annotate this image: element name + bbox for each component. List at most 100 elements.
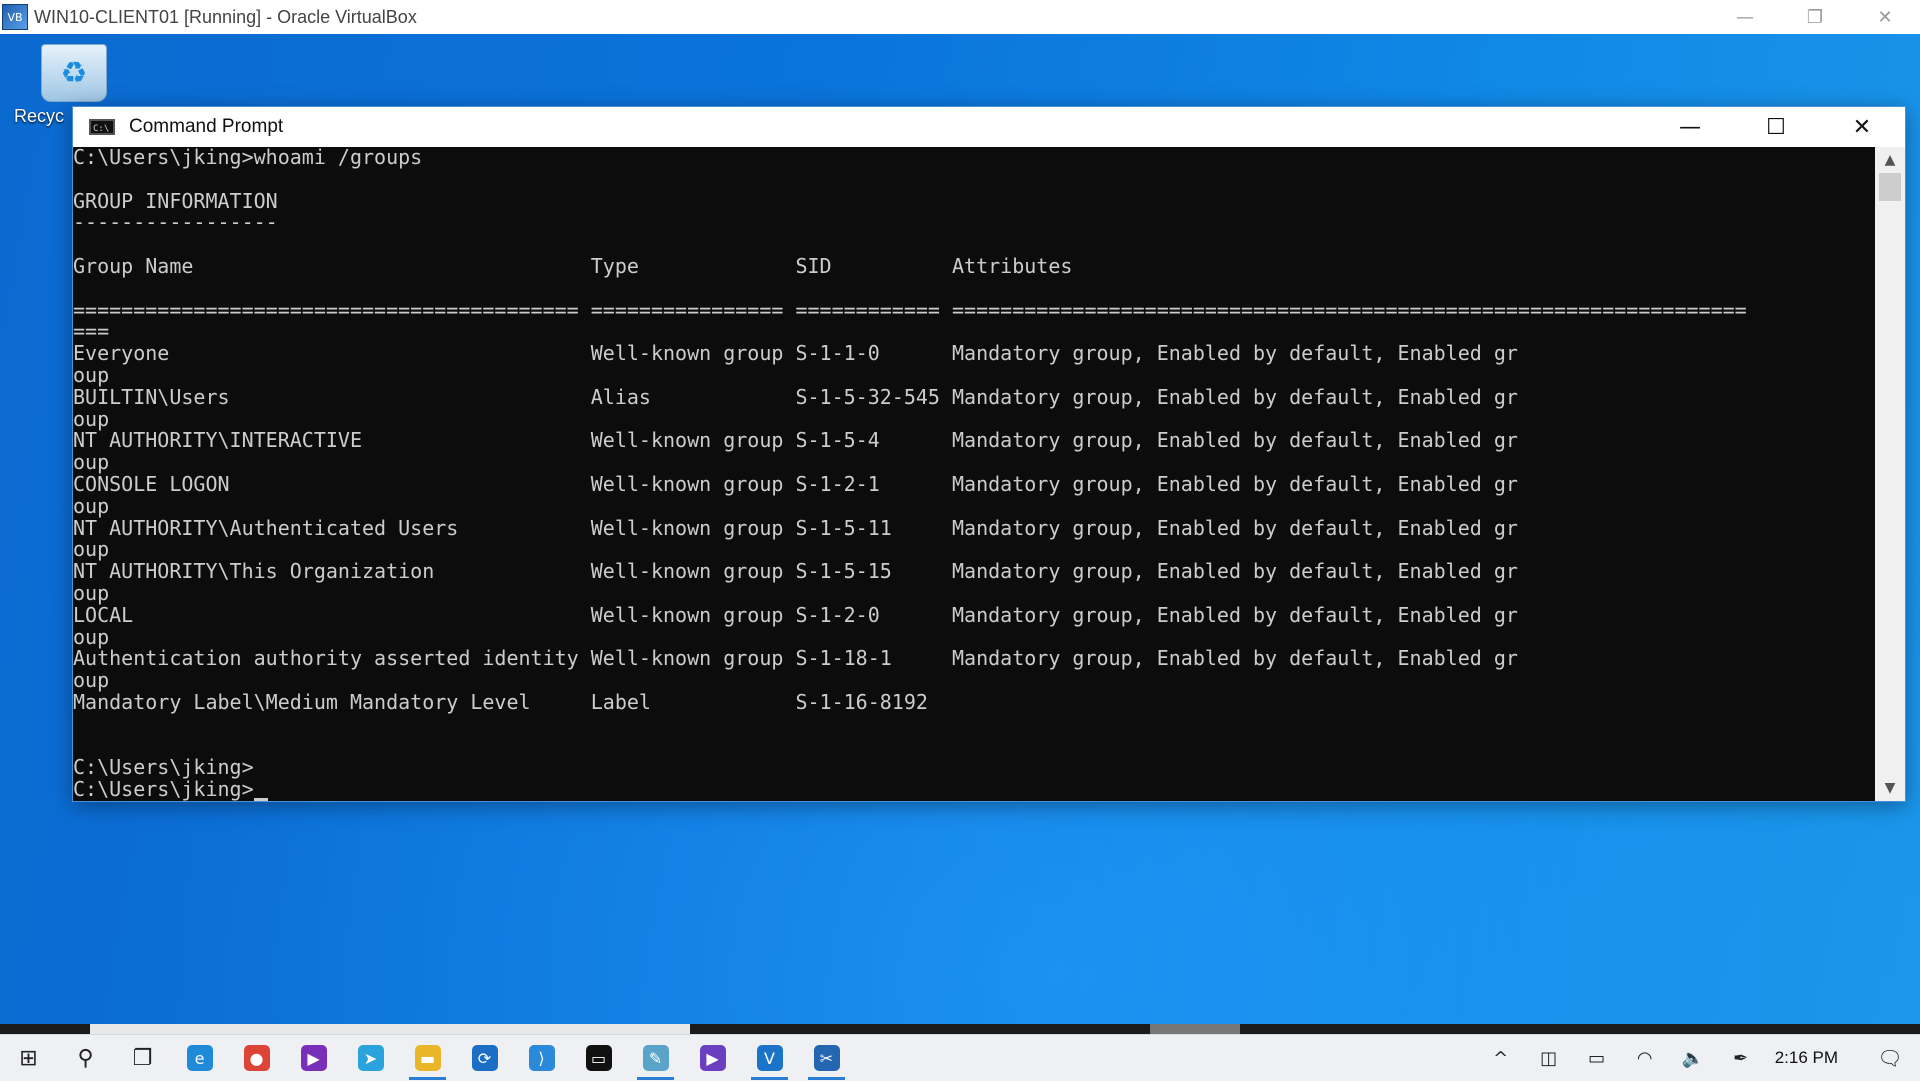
cmd-window-title: Command Prompt: [129, 116, 284, 137]
console-line: oup: [73, 537, 110, 562]
text-cursor: [253, 797, 268, 801]
virtualbox-icon: VB: [2, 4, 28, 30]
host-strip-segment: [90, 1024, 690, 1034]
console-line: oup: [73, 406, 110, 431]
cmd-titlebar[interactable]: C:\ Command Prompt — ☐ ✕: [73, 107, 1905, 147]
task-view-button[interactable]: ❐: [114, 1035, 171, 1081]
taskbar-apps: ⊞ ⚲ ❐ e ● ▶ ➤ ▬ ⟳ ⟩ ▭ ✎ ▶ V ✂: [0, 1035, 855, 1081]
console-line: oup: [73, 668, 110, 693]
search-button[interactable]: ⚲: [57, 1035, 114, 1081]
console-line: -----------------: [73, 210, 278, 235]
console-line: LOCAL Well-known group S-1-2-0 Mandatory…: [73, 602, 1518, 627]
console-line: oup: [73, 493, 110, 518]
cmd-minimize-button[interactable]: —: [1647, 107, 1733, 147]
recycle-bin-icon: ♻: [41, 44, 107, 102]
taskbar-app-video[interactable]: ✂: [798, 1035, 855, 1081]
vs-installer-icon: V: [756, 1045, 783, 1071]
console-line: GROUP INFORMATION: [73, 188, 278, 213]
notepad-icon: ✎: [642, 1045, 669, 1071]
taskbar: ⊞ ⚲ ❐ e ● ▶ ➤ ▬ ⟳ ⟩ ▭ ✎ ▶ V ✂ ^ ◫ ▭ ◠ 🔈 ✒ 2:16 PM 🗨: [0, 1034, 1920, 1081]
scroll-thumb[interactable]: [1879, 173, 1901, 201]
console-scrollbar[interactable]: ▲ ▼: [1875, 147, 1905, 801]
virtualbox-window-title: WIN10-CLIENT01 [Running] - Oracle Virtua…: [34, 6, 417, 27]
console-text: C:\Users\jking>whoami /groups GROUP INFOR…: [73, 147, 1873, 779]
prompt-text: C:\Users\jking>: [73, 777, 254, 801]
taskbar-file-explorer[interactable]: ▬: [399, 1035, 456, 1081]
taskbar-chrome[interactable]: ●: [228, 1035, 285, 1081]
console-line: oup: [73, 624, 110, 649]
console-line: oup: [73, 450, 110, 475]
taskbar-app-notepad[interactable]: ✎: [627, 1035, 684, 1081]
speaker-icon[interactable]: 🔈: [1669, 1035, 1717, 1081]
cmd-maximize-button[interactable]: ☐: [1733, 107, 1819, 147]
taskbar-app-purple[interactable]: ▶: [285, 1035, 342, 1081]
command-prompt-window[interactable]: C:\ Command Prompt — ☐ ✕ C:\Users\jking>…: [72, 106, 1906, 802]
start-button[interactable]: ⊞: [0, 1035, 57, 1081]
taskbar-telegram[interactable]: ➤: [342, 1035, 399, 1081]
sync-icon: ⟳: [471, 1045, 498, 1071]
console-line: Group Name Type SID Attributes: [73, 253, 1073, 278]
scroll-down-arrow-icon[interactable]: ▼: [1875, 775, 1905, 801]
host-strip-segment: [1150, 1024, 1240, 1034]
vscode-icon: ⟩: [528, 1045, 555, 1071]
chevron-up-icon[interactable]: ^: [1477, 1035, 1525, 1081]
scroll-up-arrow-icon[interactable]: ▲: [1875, 147, 1905, 173]
folder-icon: ▬: [414, 1045, 441, 1071]
console-line: ===: [73, 319, 110, 344]
edge-icon: e: [186, 1045, 213, 1071]
media-icon: ▶: [300, 1045, 327, 1071]
console-line: NT AUTHORITY\Authenticated Users Well-kn…: [73, 515, 1518, 540]
system-tray: ^ ◫ ▭ ◠ 🔈 ✒ 2:16 PM 🗨: [1477, 1035, 1920, 1081]
search-icon: ⚲: [77, 1045, 94, 1071]
telegram-icon: ➤: [357, 1045, 384, 1071]
virtualbox-window-controls: — ❐ ✕: [1710, 0, 1920, 34]
console-output[interactable]: C:\Users\jking>whoami /groups GROUP INFOR…: [73, 147, 1873, 801]
console-line: CONSOLE LOGON Well-known group S-1-2-1 M…: [73, 471, 1518, 496]
visual-studio-icon: ▶: [699, 1045, 726, 1071]
taskbar-terminal[interactable]: ▭: [570, 1035, 627, 1081]
camera-icon[interactable]: ◫: [1525, 1035, 1573, 1081]
console-line: BUILTIN\Users Alias S-1-5-32-545 Mandato…: [73, 384, 1518, 409]
vb-restore-button[interactable]: ❐: [1780, 0, 1850, 34]
vb-close-button[interactable]: ✕: [1850, 0, 1920, 34]
console-line: Everyone Well-known group S-1-1-0 Mandat…: [73, 341, 1518, 366]
taskbar-vscode[interactable]: ⟩: [513, 1035, 570, 1081]
console-line: ========================================…: [73, 297, 1747, 322]
windows-icon: ⊞: [19, 1045, 38, 1071]
console-line: Mandatory Label\Medium Mandatory Level L…: [73, 689, 928, 714]
console-line: C:\Users\jking>: [73, 755, 254, 780]
task-view-icon: ❐: [132, 1045, 153, 1071]
terminal-icon: ▭: [585, 1045, 612, 1071]
taskbar-app-sync[interactable]: ⟳: [456, 1035, 513, 1081]
clock[interactable]: 2:16 PM: [1765, 1048, 1860, 1068]
tray-icons: ^ ◫ ▭ ◠ 🔈 ✒: [1477, 1035, 1765, 1081]
cmd-close-button[interactable]: ✕: [1819, 107, 1905, 147]
vb-minimize-button[interactable]: —: [1710, 0, 1780, 34]
battery-icon[interactable]: ▭: [1573, 1035, 1621, 1081]
console-prompt-line[interactable]: C:\Users\jking>: [73, 777, 1873, 801]
wifi-icon[interactable]: ◠: [1621, 1035, 1669, 1081]
pen-icon[interactable]: ✒: [1717, 1035, 1765, 1081]
console-line: NT AUTHORITY\INTERACTIVE Well-known grou…: [73, 428, 1518, 453]
guest-desktop[interactable]: ♻ Recyc C:\ Command Prompt — ☐ ✕ C:\User…: [0, 34, 1920, 1024]
taskbar-app-visualstudio[interactable]: ▶: [684, 1035, 741, 1081]
console-line: oup: [73, 580, 110, 605]
cmd-app-icon: C:\: [89, 119, 115, 135]
taskbar-app-vs[interactable]: V: [741, 1035, 798, 1081]
cmd-window-controls: — ☐ ✕: [1647, 107, 1905, 147]
console-line: Authentication authority asserted identi…: [73, 646, 1518, 671]
console-line: C:\Users\jking>whoami /groups: [73, 147, 423, 169]
notification-center-icon[interactable]: 🗨: [1860, 1035, 1920, 1081]
console-line: NT AUTHORITY\This Organization Well-know…: [73, 559, 1518, 584]
taskbar-edge[interactable]: e: [171, 1035, 228, 1081]
video-editor-icon: ✂: [813, 1045, 840, 1071]
chrome-icon: ●: [243, 1045, 270, 1071]
virtualbox-titlebar[interactable]: VB WIN10-CLIENT01 [Running] - Oracle Vir…: [0, 0, 1920, 35]
host-status-strip: [0, 1024, 1920, 1034]
console-line: oup: [73, 362, 110, 387]
